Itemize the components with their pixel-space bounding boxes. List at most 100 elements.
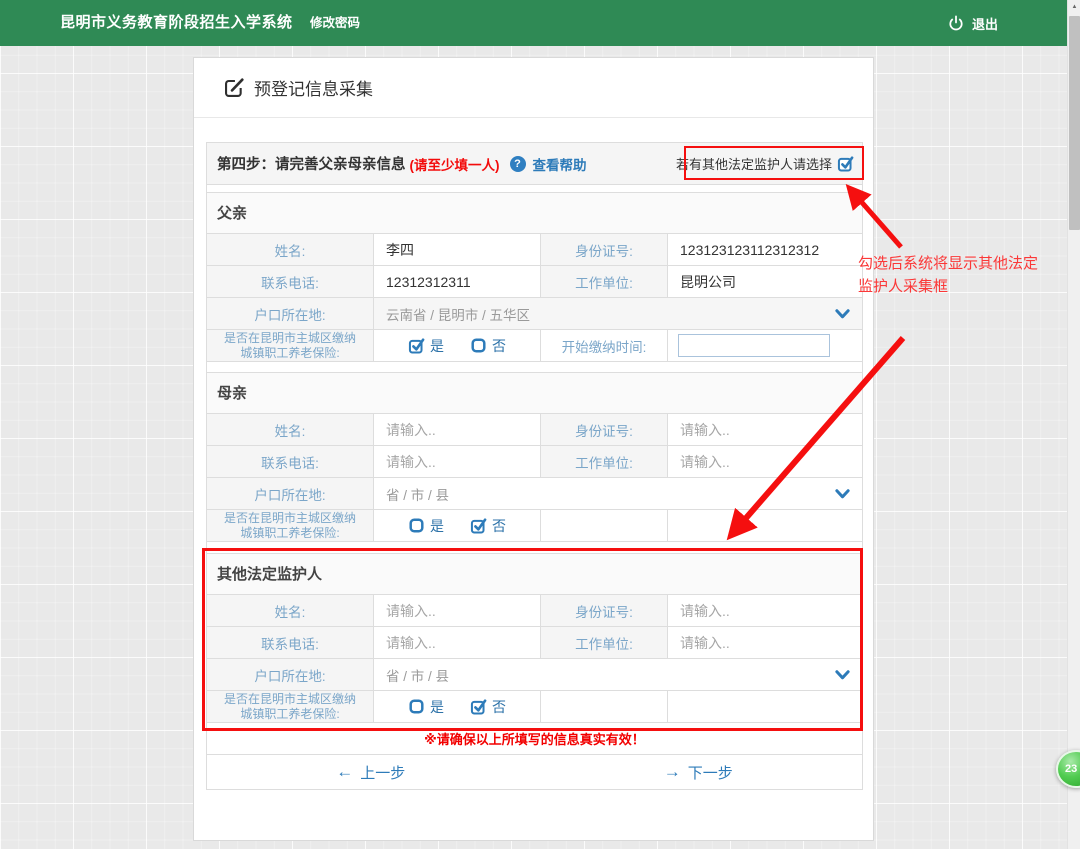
panel-heading: 第四步：请完善父亲母亲信息 (请至少填一人) ? 查看帮助 若有其他法定监护人请… <box>207 143 862 185</box>
father-region-select[interactable]: 云南省 / 昆明市 / 五华区 <box>373 298 862 329</box>
checkbox-checked-icon[interactable] <box>470 698 487 715</box>
panel-footer: ← 上一步 → 下一步 <box>207 754 862 789</box>
mother-id-label: 身份证号: <box>540 414 667 445</box>
mother-workplace-label: 工作单位: <box>540 446 667 477</box>
other-insurance-no[interactable]: 否 <box>470 697 506 717</box>
mother-row-name-id: 姓名: 身份证号: <box>207 414 862 446</box>
mother-name-label: 姓名: <box>207 414 373 445</box>
father-row-insurance: 是否在昆明市主城区缴纳 城镇职工养老保险: 是 否 开始缴纳时间: <box>207 330 862 362</box>
other-guardian-toggle[interactable]: 若有其他法定监护人请选择 <box>676 154 854 173</box>
checkbox-checked-icon[interactable] <box>837 155 854 172</box>
other-region-select[interactable]: 省 / 市 / 县 <box>373 659 862 690</box>
page-title: 预登记信息采集 <box>254 75 373 100</box>
father-workplace-label: 工作单位: <box>540 266 667 297</box>
mother-empty-cell-1 <box>540 510 667 541</box>
chevron-down-icon[interactable] <box>835 309 850 319</box>
mother-row-phone-work: 联系电话: 工作单位: <box>207 446 862 478</box>
logout-label: 退出 <box>972 14 998 33</box>
help-circle-icon[interactable]: ? <box>510 156 526 172</box>
other-row-insurance: 是否在昆明市主城区缴纳 城镇职工养老保险: 是 否 <box>207 691 862 723</box>
father-name-input[interactable] <box>386 242 532 258</box>
floating-green-badge[interactable]: 23 <box>1056 750 1080 788</box>
mother-workplace-input[interactable] <box>680 454 853 470</box>
checkbox-unchecked-icon[interactable] <box>408 517 425 534</box>
mother-insurance-no[interactable]: 否 <box>470 516 506 536</box>
scrollbar-up-arrow-icon[interactable]: ▲ <box>1068 0 1080 15</box>
edit-icon <box>223 77 244 98</box>
warning-text: ※请确保以上所填写的信息真实有效！ <box>207 723 862 754</box>
badge-count: 23 <box>1065 763 1077 775</box>
other-insurance-options: 是 否 <box>373 691 540 722</box>
other-row-phone-work: 联系电话: 工作单位: <box>207 627 862 659</box>
checkbox-unchecked-icon[interactable] <box>408 698 425 715</box>
arrow-right-icon: → <box>664 762 681 782</box>
checkbox-checked-icon[interactable] <box>408 337 425 354</box>
logout-button[interactable]: 退出 <box>948 0 998 46</box>
scrollbar-thumb[interactable] <box>1069 16 1080 230</box>
father-start-time-label: 开始缴纳时间: <box>540 330 667 361</box>
other-guardian-toggle-label: 若有其他法定监护人请选择 <box>676 154 832 173</box>
father-insurance-options: 是 否 <box>373 330 540 361</box>
chevron-down-icon[interactable] <box>835 489 850 499</box>
power-icon <box>948 15 964 31</box>
other-id-label: 身份证号: <box>540 595 667 626</box>
browser-scrollbar[interactable]: ▲ <box>1067 0 1080 849</box>
mother-insurance-yes[interactable]: 是 <box>408 516 444 536</box>
other-row-name-id: 姓名: 身份证号: <box>207 595 862 627</box>
prev-step-button[interactable]: ← 上一步 <box>336 762 405 783</box>
mother-id-input[interactable] <box>680 422 853 438</box>
mother-row-insurance: 是否在昆明市主城区缴纳 城镇职工养老保险: 是 否 <box>207 510 862 542</box>
annotation-tip-text: 勾选后系统将显示其他法定 监护人采集框 <box>858 252 1068 298</box>
father-workplace-input[interactable] <box>680 274 853 290</box>
father-row-name-id: 姓名: 身份证号: <box>207 234 862 266</box>
other-id-input[interactable] <box>680 603 853 619</box>
change-password-link[interactable]: 修改密码 <box>310 0 360 46</box>
father-insurance-label: 是否在昆明市主城区缴纳 城镇职工养老保险: <box>207 330 373 361</box>
mother-region-select[interactable]: 省 / 市 / 县 <box>373 478 862 509</box>
other-workplace-label: 工作单位: <box>540 627 667 658</box>
other-phone-label: 联系电话: <box>207 627 373 658</box>
other-workplace-input[interactable] <box>680 635 853 651</box>
father-id-input[interactable] <box>680 242 853 258</box>
father-region-value: 云南省 / 昆明市 / 五华区 <box>386 304 530 324</box>
mother-phone-label: 联系电话: <box>207 446 373 477</box>
father-phone-label: 联系电话: <box>207 266 373 297</box>
checkbox-checked-icon[interactable] <box>470 517 487 534</box>
other-row-hukou: 户口所在地: 省 / 市 / 县 <box>207 659 862 691</box>
page: 昆明市义务教育阶段招生入学系统 修改密码 退出 预登记信息采集 第四步：请完善父… <box>0 0 1080 849</box>
other-name-input[interactable] <box>386 603 532 619</box>
father-row-hukou: 户口所在地: 云南省 / 昆明市 / 五华区 <box>207 298 862 330</box>
other-empty-cell-2 <box>667 691 862 722</box>
arrow-left-icon: ← <box>336 762 353 782</box>
other-insurance-yes[interactable]: 是 <box>408 697 444 717</box>
father-hukou-label: 户口所在地: <box>207 298 373 329</box>
mother-name-input[interactable] <box>386 422 532 438</box>
step-panel: 第四步：请完善父亲母亲信息 (请至少填一人) ? 查看帮助 若有其他法定监护人请… <box>206 142 863 790</box>
father-id-label: 身份证号: <box>540 234 667 265</box>
father-insurance-no[interactable]: 否 <box>470 336 506 356</box>
father-insurance-yes[interactable]: 是 <box>408 336 444 356</box>
father-section-title: 父亲 <box>207 192 862 234</box>
other-hukou-label: 户口所在地: <box>207 659 373 690</box>
checkbox-unchecked-icon[interactable] <box>470 337 487 354</box>
father-phone-input[interactable] <box>386 274 532 290</box>
step-note: (请至少填一人) <box>410 154 500 174</box>
step-title: 第四步：请完善父亲母亲信息 <box>217 153 406 174</box>
other-region-value: 省 / 市 / 县 <box>386 665 449 685</box>
other-guardian-section-title: 其他法定监护人 <box>207 553 862 595</box>
main-card: 预登记信息采集 第四步：请完善父亲母亲信息 (请至少填一人) ? 查看帮助 若有… <box>193 57 874 841</box>
father-start-time-input[interactable] <box>678 334 830 357</box>
mother-insurance-label: 是否在昆明市主城区缴纳 城镇职工养老保险: <box>207 510 373 541</box>
next-step-button[interactable]: → 下一步 <box>664 762 733 783</box>
mother-row-hukou: 户口所在地: 省 / 市 / 县 <box>207 478 862 510</box>
mother-phone-input[interactable] <box>386 454 532 470</box>
other-phone-input[interactable] <box>386 635 532 651</box>
mother-empty-cell-2 <box>667 510 862 541</box>
mother-region-value: 省 / 市 / 县 <box>386 484 449 504</box>
father-name-label: 姓名: <box>207 234 373 265</box>
chevron-down-icon[interactable] <box>835 670 850 680</box>
top-navbar: 昆明市义务教育阶段招生入学系统 修改密码 退出 <box>0 0 1080 46</box>
view-help-link[interactable]: 查看帮助 <box>533 154 587 174</box>
other-empty-cell-1 <box>540 691 667 722</box>
mother-section-title: 母亲 <box>207 372 862 414</box>
